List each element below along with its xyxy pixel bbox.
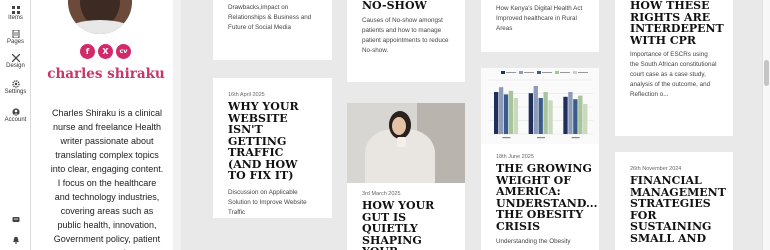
- chart-bar: [548, 100, 553, 134]
- social-links: f X cv: [80, 44, 134, 60]
- image-mug: [397, 137, 406, 147]
- post-card[interactable]: 18th June 2025 THE GROWING WEIGHT OF AME…: [481, 68, 599, 250]
- post-excerpt: Causes of No-show amongst patients and h…: [362, 16, 449, 54]
- profile-bio: Charles Shiraku is a clinical nurse and …: [50, 108, 164, 250]
- chart-bar: [543, 92, 548, 134]
- chart-bar: [498, 87, 504, 134]
- legend-label: [542, 72, 552, 73]
- post-card[interactable]: 26th November 2024 FINANCIAL MANAGEMENT …: [615, 152, 733, 250]
- rail-items[interactable]: Items: [0, 6, 31, 22]
- design-icon: [11, 53, 20, 63]
- post-card[interactable]: NO-SHOW Causes of No-show amongst patien…: [347, 0, 465, 82]
- grid-icon: [11, 6, 20, 14]
- post-card[interactable]: 3rd March 2025 HOW YOUR GUT IS QUIETLY S…: [347, 103, 465, 250]
- x-tick-label: [502, 137, 511, 139]
- chart-bar: [578, 95, 583, 134]
- post-card[interactable]: Drawbacks,impact on Relationships & Busi…: [213, 0, 332, 60]
- legend-swatch: [501, 71, 505, 74]
- chart-bar: [494, 92, 499, 134]
- chart-bar: [528, 93, 533, 134]
- legend-swatch: [537, 71, 541, 74]
- legend-swatch: [573, 71, 577, 74]
- rail-design-label: Design: [6, 63, 25, 69]
- rail-account-label: Account: [4, 117, 27, 123]
- post-title[interactable]: WHY YOUR WEBSITE ISN'T GETTING TRAFFIC (…: [228, 101, 317, 182]
- image-face: [392, 117, 406, 135]
- post-excerpt: Drawbacks,impact on Relationships & Busi…: [228, 4, 312, 31]
- account-icon: [11, 108, 20, 116]
- avatar: [68, 0, 132, 34]
- page-scrollbar[interactable]: [762, 0, 770, 250]
- sidebar-scrollbar[interactable]: [173, 0, 181, 250]
- legend-label: [560, 72, 570, 73]
- post-card[interactable]: 16th April 2025 WHY YOUR WEBSITE ISN'T G…: [213, 78, 332, 218]
- rail-pages[interactable]: Pages: [0, 29, 31, 46]
- post-image: [347, 103, 465, 183]
- post-card[interactable]: HOW THESE RIGHTS ARE INTERDEPENT WITH CP…: [615, 0, 733, 136]
- obesity-chart: [481, 68, 599, 144]
- legend-label: [524, 72, 534, 73]
- editor-rail: Items Pages Design Settings Account: [0, 0, 31, 250]
- facebook-icon[interactable]: f: [80, 44, 95, 59]
- rail-chat[interactable]: [0, 216, 31, 225]
- chart-bar: [503, 94, 509, 134]
- post-title[interactable]: FINANCIAL MANAGEMENT STRATEGIES FOR SUST…: [630, 175, 726, 244]
- post-title[interactable]: HOW THESE RIGHTS ARE INTERDEPENT WITH CP…: [630, 0, 724, 46]
- chart-bar: [538, 98, 543, 134]
- rail-account[interactable]: Account: [0, 108, 31, 124]
- chart-bar: [508, 90, 514, 134]
- post-date: 26th November 2024: [630, 166, 682, 172]
- bell-icon: [12, 236, 20, 244]
- chart-bar: [568, 92, 573, 134]
- legend-swatch: [519, 71, 523, 74]
- chart-bar: [563, 96, 568, 134]
- page-icon: [12, 29, 20, 39]
- post-excerpt: Importance of ESCRs using the South Afri…: [630, 51, 717, 98]
- chart-bar: [583, 104, 588, 134]
- cv-icon[interactable]: cv: [116, 44, 131, 59]
- rail-pages-label: Pages: [6, 39, 24, 45]
- chart-bar: [533, 86, 538, 134]
- post-date: 3rd March 2025: [362, 191, 401, 197]
- post-excerpt: Understanding the Obesity: [496, 238, 571, 245]
- rail-settings[interactable]: Settings: [0, 80, 31, 96]
- profile-name: charles shiraku: [47, 66, 165, 82]
- post-title[interactable]: NO-SHOW: [362, 0, 450, 12]
- scrollbar-thumb[interactable]: [764, 60, 769, 86]
- gear-icon: [11, 80, 20, 88]
- rail-settings-label: Settings: [4, 89, 27, 95]
- post-card[interactable]: How Kenya's Digital Health Act Improved …: [481, 0, 599, 52]
- chart-bar: [573, 99, 578, 134]
- chart-bar: [513, 98, 519, 134]
- post-excerpt: Discussion on Applicable Solution to Imp…: [228, 188, 307, 216]
- legend-label: [506, 72, 516, 73]
- x-icon[interactable]: X: [98, 44, 113, 59]
- rail-design[interactable]: Design: [0, 53, 31, 70]
- post-excerpt: How Kenya's Digital Health Act Improved …: [496, 5, 583, 32]
- post-date: 18th June 2025: [496, 154, 534, 160]
- x-tick-label: [537, 137, 545, 139]
- post-date: 16th April 2025: [228, 92, 265, 98]
- legend-swatch: [555, 71, 559, 74]
- chat-icon: [12, 216, 20, 224]
- rail-items-label: Items: [8, 15, 23, 21]
- profile-sidebar: f X cv charles shiraku Charles Shiraku i…: [31, 0, 181, 250]
- avatar-shirt: [68, 20, 132, 34]
- rail-notifications[interactable]: [0, 236, 31, 245]
- post-title[interactable]: HOW YOUR GUT IS QUIETLY SHAPING YOUR: [362, 200, 458, 250]
- x-tick-label: [571, 137, 580, 139]
- post-title[interactable]: THE GROWING WEIGHT OF AMERICA: UNDERSTAN…: [496, 163, 597, 232]
- legend-label: [578, 72, 588, 73]
